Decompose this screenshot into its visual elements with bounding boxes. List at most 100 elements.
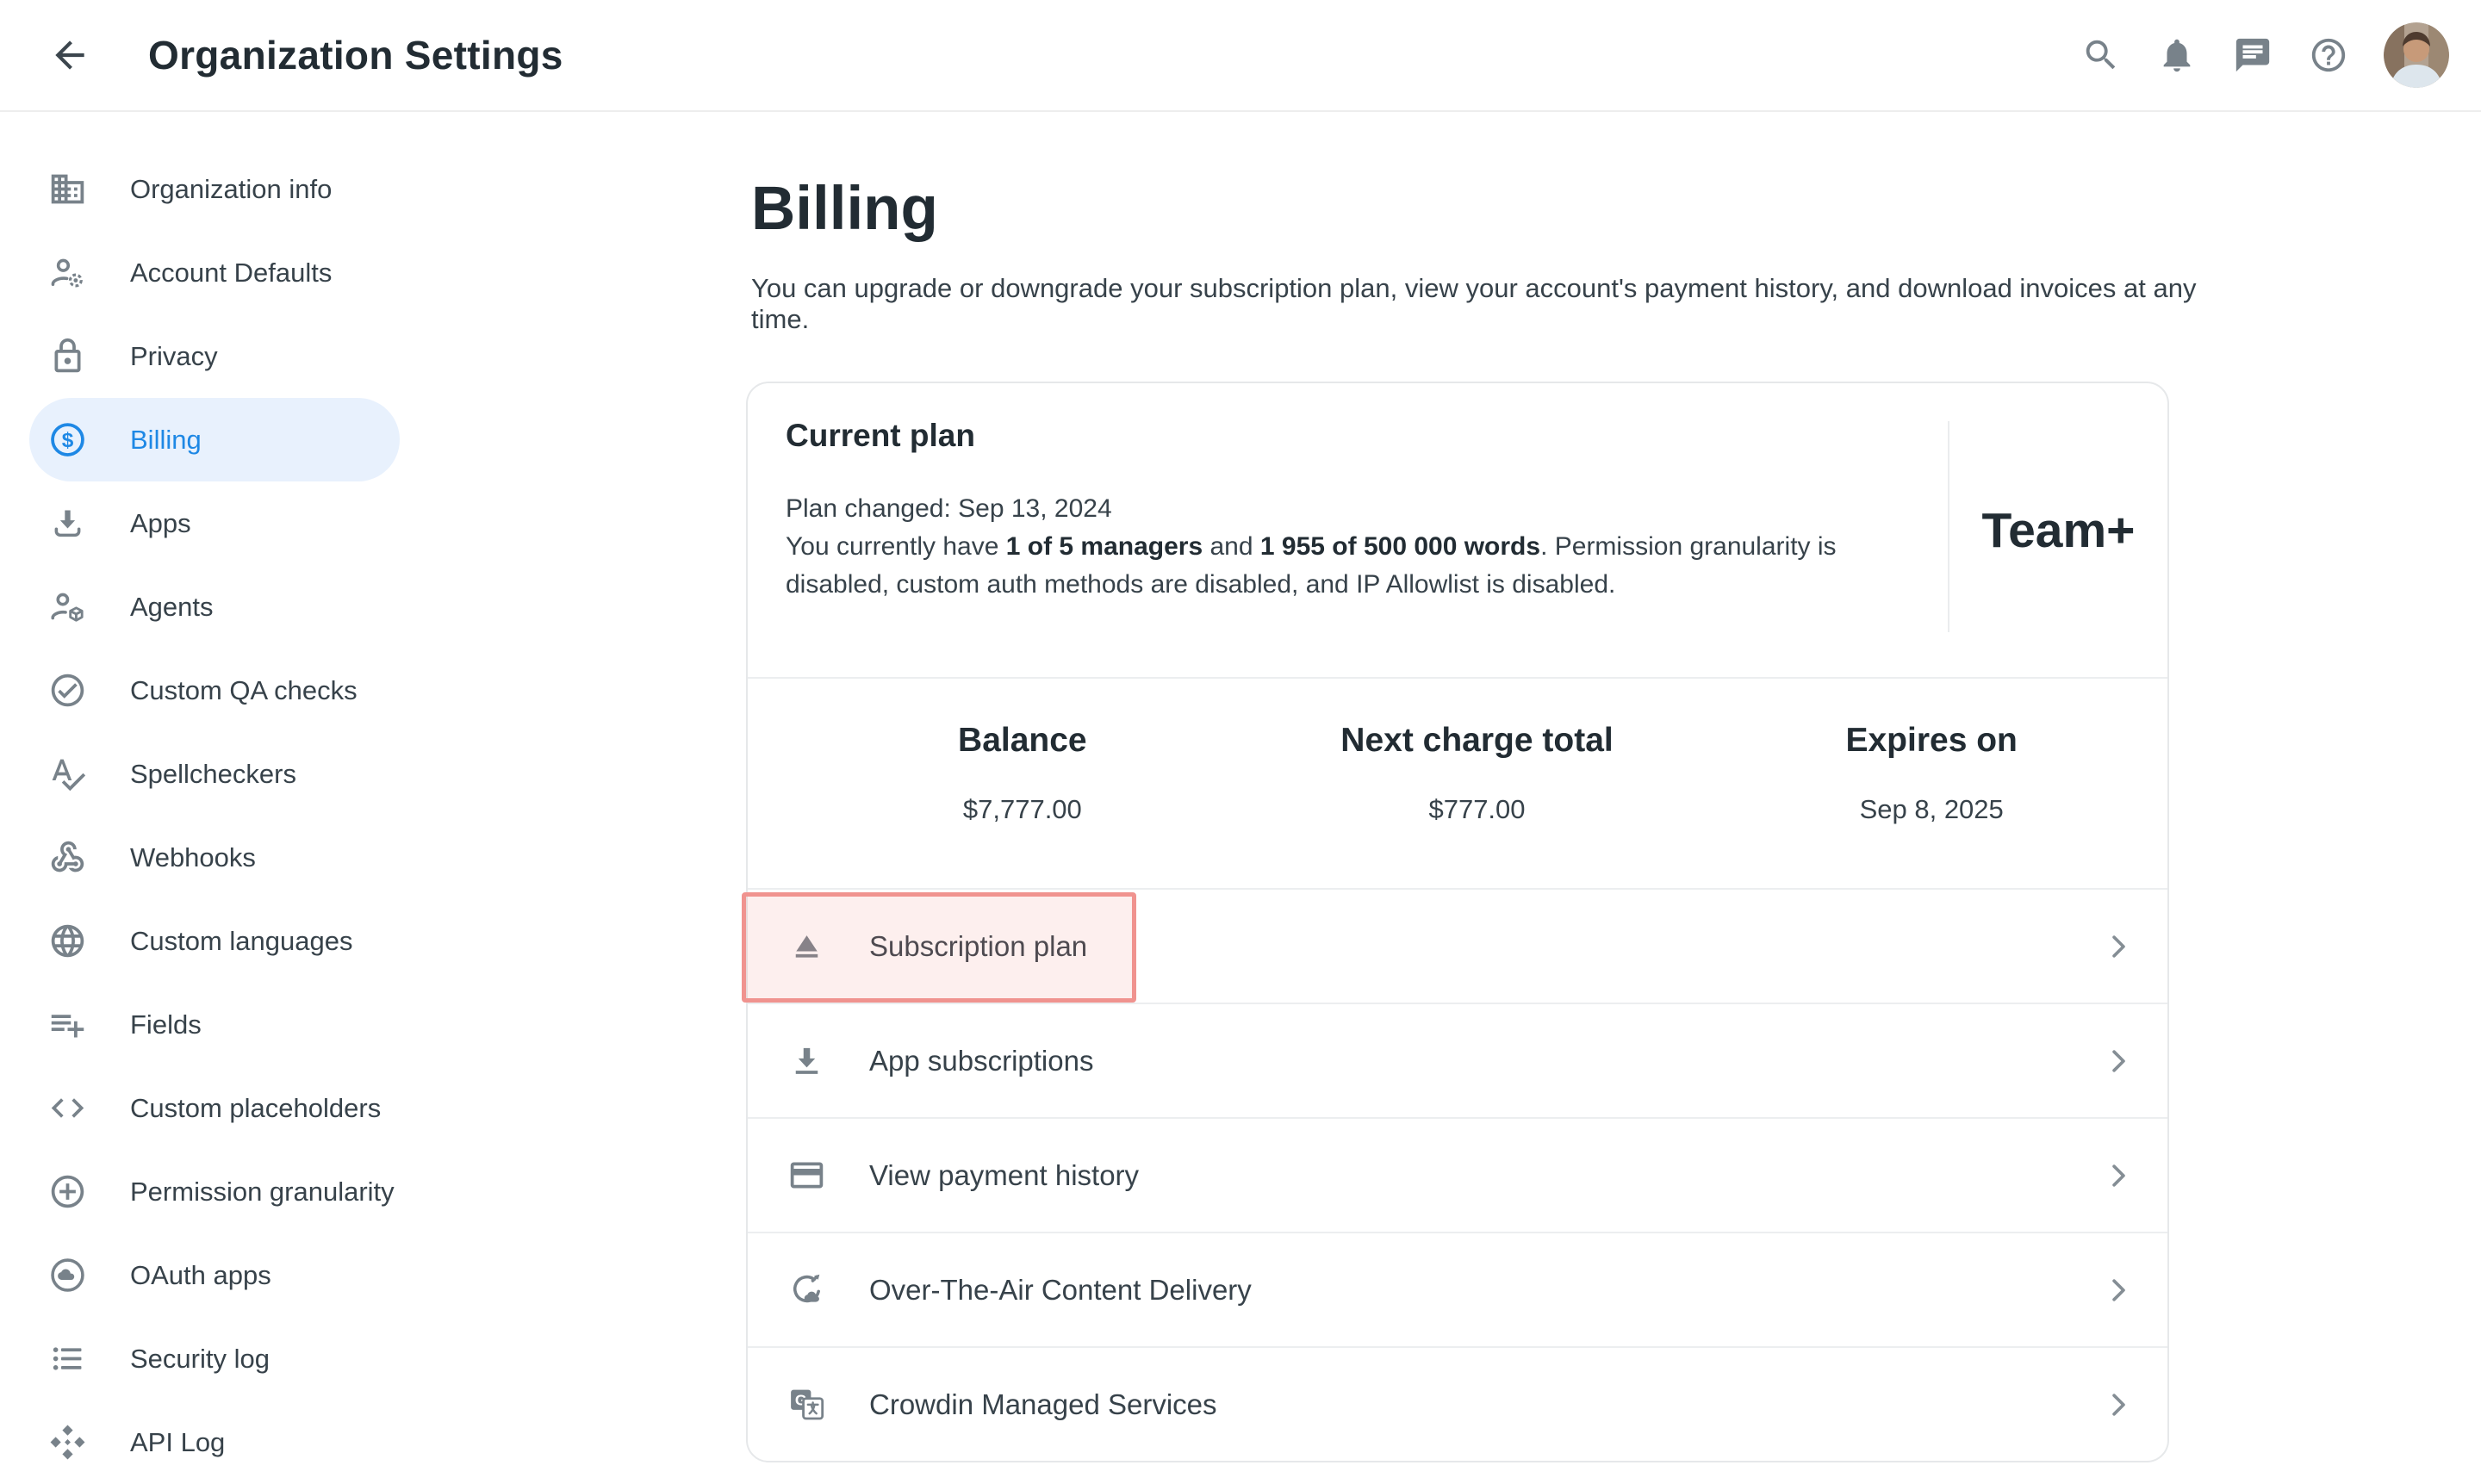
- back-arrow-icon: [48, 34, 91, 77]
- agent-cube-icon: [48, 587, 87, 626]
- row-app-subscriptions[interactable]: App subscriptions: [748, 1003, 2167, 1117]
- sidebar-item-api-log[interactable]: API Log: [29, 1400, 400, 1484]
- help-icon: [2309, 35, 2348, 75]
- notifications-button[interactable]: [2156, 34, 2198, 76]
- chevron-right-icon: [2100, 1387, 2136, 1423]
- stat-label: Expires on: [1704, 722, 2159, 760]
- settings-sidebar: Organization info Account Defaults Priva…: [0, 112, 439, 1475]
- search-button[interactable]: [2080, 34, 2122, 76]
- sidebar-item-fields[interactable]: Fields: [29, 983, 400, 1066]
- sidebar-item-label: Agents: [130, 592, 214, 623]
- avatar-photo: [2384, 22, 2449, 88]
- sidebar-item-label: Webhooks: [130, 842, 256, 873]
- plan-usage-text: You currently have 1 of 5 managers and 1…: [786, 528, 1931, 604]
- sidebar-item-label: Organization info: [130, 174, 332, 205]
- sidebar-item-label: Apps: [130, 508, 191, 539]
- sidebar-item-label: Permission granularity: [130, 1177, 395, 1208]
- sidebar-item-custom-languages[interactable]: Custom languages: [29, 899, 400, 983]
- sidebar-item-privacy[interactable]: Privacy: [29, 314, 400, 398]
- building-icon: [48, 170, 87, 208]
- sidebar-item-custom-qa-checks[interactable]: Custom QA checks: [29, 649, 400, 732]
- globe-icon: [48, 922, 87, 960]
- bulleted-list-icon: [48, 1339, 87, 1378]
- sidebar-item-label: Fields: [130, 1009, 202, 1040]
- chevron-right-icon: [2100, 928, 2136, 965]
- stat-label: Balance: [795, 722, 1250, 760]
- stat-value: Sep 8, 2025: [1704, 794, 2159, 825]
- stat-next-charge: Next charge total $777.00: [1250, 679, 1705, 888]
- billing-card: Current plan Plan changed: Sep 13, 2024 …: [746, 382, 2169, 1462]
- sidebar-item-label: OAuth apps: [130, 1260, 271, 1291]
- dollar-circle-icon: $: [48, 420, 87, 459]
- messages-button[interactable]: [2232, 34, 2273, 76]
- row-label: Subscription plan: [869, 930, 1087, 963]
- translate-icon: G: [787, 1385, 826, 1424]
- playlist-add-icon: [48, 1005, 87, 1044]
- sidebar-item-custom-placeholders[interactable]: Custom placeholders: [29, 1066, 400, 1150]
- current-plan-section: Current plan Plan changed: Sep 13, 2024 …: [748, 383, 2167, 677]
- chevron-right-icon: [2100, 1043, 2136, 1079]
- spellcheck-icon: [48, 754, 87, 793]
- sidebar-item-label: Billing: [130, 425, 202, 456]
- download-icon: [787, 1041, 826, 1080]
- sidebar-item-security-log[interactable]: Security log: [29, 1317, 400, 1400]
- chevron-right-icon: [2100, 1158, 2136, 1194]
- eject-icon: [787, 927, 826, 966]
- stat-value: $777.00: [1250, 794, 1705, 825]
- manage-accounts-icon: [48, 253, 87, 292]
- stat-value: $7,777.00: [795, 794, 1250, 825]
- ota-sync-cloud-icon: [787, 1270, 826, 1309]
- plan-name-badge: Team+: [1949, 383, 2167, 677]
- back-button[interactable]: [48, 34, 91, 77]
- sidebar-item-permission-granularity[interactable]: Permission granularity: [29, 1150, 400, 1233]
- lock-icon: [48, 337, 87, 376]
- sidebar-item-label: Account Defaults: [130, 258, 332, 289]
- notifications-icon: [2157, 35, 2197, 75]
- sidebar-item-label: API Log: [130, 1427, 225, 1458]
- sidebar-item-billing[interactable]: $ Billing: [29, 398, 400, 481]
- page-description: You can upgrade or downgrade your subscr…: [751, 273, 2216, 335]
- sidebar-item-label: Privacy: [130, 341, 218, 372]
- chevron-right-icon: [2100, 1272, 2136, 1308]
- messages-icon: [2233, 35, 2273, 75]
- row-subscription-plan[interactable]: Subscription plan: [748, 888, 2167, 1003]
- cloud-circle-icon: [48, 1256, 87, 1295]
- webhook-icon: [48, 838, 87, 877]
- current-plan-title: Current plan: [786, 418, 1931, 454]
- stat-expires-on: Expires on Sep 8, 2025: [1704, 679, 2159, 888]
- row-view-payment-history[interactable]: View payment history: [748, 1117, 2167, 1232]
- top-bar: Organization Settings: [0, 0, 2481, 112]
- sidebar-item-label: Security log: [130, 1344, 270, 1375]
- current-plan-info: Current plan Plan changed: Sep 13, 2024 …: [748, 383, 1948, 677]
- svg-text:$: $: [62, 429, 74, 452]
- sidebar-item-webhooks[interactable]: Webhooks: [29, 816, 400, 899]
- page-title: Billing: [751, 174, 2216, 244]
- sidebar-item-apps[interactable]: Apps: [29, 481, 400, 565]
- help-button[interactable]: [2308, 34, 2349, 76]
- search-icon: [2081, 35, 2121, 75]
- sidebar-item-account-defaults[interactable]: Account Defaults: [29, 231, 400, 314]
- row-label: Crowdin Managed Services: [869, 1388, 1217, 1421]
- sidebar-item-oauth-apps[interactable]: OAuth apps: [29, 1233, 400, 1317]
- words-usage: 1 955 of 500 000 words: [1260, 532, 1540, 561]
- sidebar-item-label: Custom languages: [130, 926, 353, 957]
- add-circle-icon: [48, 1172, 87, 1211]
- sidebar-item-spellcheckers[interactable]: Spellcheckers: [29, 732, 400, 816]
- billing-stats: Balance $7,777.00 Next charge total $777…: [748, 677, 2167, 888]
- sidebar-item-agents[interactable]: Agents: [29, 565, 400, 649]
- top-bar-actions: [2080, 22, 2481, 88]
- sidebar-item-label: Custom QA checks: [130, 675, 358, 706]
- managers-usage: 1 of 5 managers: [1006, 532, 1203, 561]
- code-icon: [48, 1089, 87, 1127]
- download-icon: [48, 504, 87, 543]
- row-crowdin-managed-services[interactable]: G Crowdin Managed Services: [748, 1346, 2167, 1461]
- row-label: View payment history: [869, 1159, 1139, 1192]
- stat-balance: Balance $7,777.00: [795, 679, 1250, 888]
- row-ota-content-delivery[interactable]: Over-The-Air Content Delivery: [748, 1232, 2167, 1346]
- user-avatar[interactable]: [2384, 22, 2449, 88]
- sidebar-item-organization-info[interactable]: Organization info: [29, 147, 400, 231]
- page-header-title: Organization Settings: [148, 32, 563, 78]
- plan-changed-text: Plan changed: Sep 13, 2024: [786, 490, 1931, 528]
- row-label: App subscriptions: [869, 1045, 1093, 1077]
- sidebar-item-label: Spellcheckers: [130, 759, 296, 790]
